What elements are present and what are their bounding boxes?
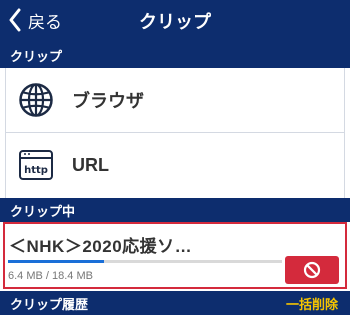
- section-title-history: クリップ履歴: [10, 296, 89, 312]
- http-icon-text: http: [24, 165, 48, 176]
- active-clip-item[interactable]: ＜NHK＞2020応援ソ… 6.4 MB / 18.4 MB: [3, 222, 347, 289]
- download-progress-bar: [8, 260, 282, 263]
- globe-icon: [18, 82, 54, 118]
- http-icon: http: [18, 147, 54, 183]
- stop-download-button[interactable]: [285, 256, 339, 284]
- navigation-bar: 戻る クリップ: [0, 0, 350, 42]
- browser-option-label: ブラウザ: [72, 91, 144, 111]
- page-title: クリップ: [139, 12, 211, 32]
- clip-options-list: ブラウザ http URL: [5, 68, 345, 198]
- progress-fill: [8, 260, 104, 263]
- section-title-clip: クリップ: [10, 48, 63, 64]
- section-header-history: クリップ履歴 一括削除: [0, 291, 350, 315]
- url-option[interactable]: http URL: [6, 133, 344, 197]
- section-header-clip: クリップ: [0, 42, 350, 68]
- stop-icon: [303, 261, 321, 279]
- browser-option[interactable]: ブラウザ: [6, 68, 344, 132]
- clip-title: ＜NHK＞2020応援ソ…: [9, 237, 193, 256]
- section-title-clipping: クリップ中: [10, 203, 76, 219]
- section-header-clipping: クリップ中: [0, 198, 350, 222]
- download-size: 6.4 MB / 18.4 MB: [8, 270, 93, 282]
- url-option-label: URL: [72, 154, 109, 175]
- delete-all-button[interactable]: 一括削除: [286, 294, 338, 313]
